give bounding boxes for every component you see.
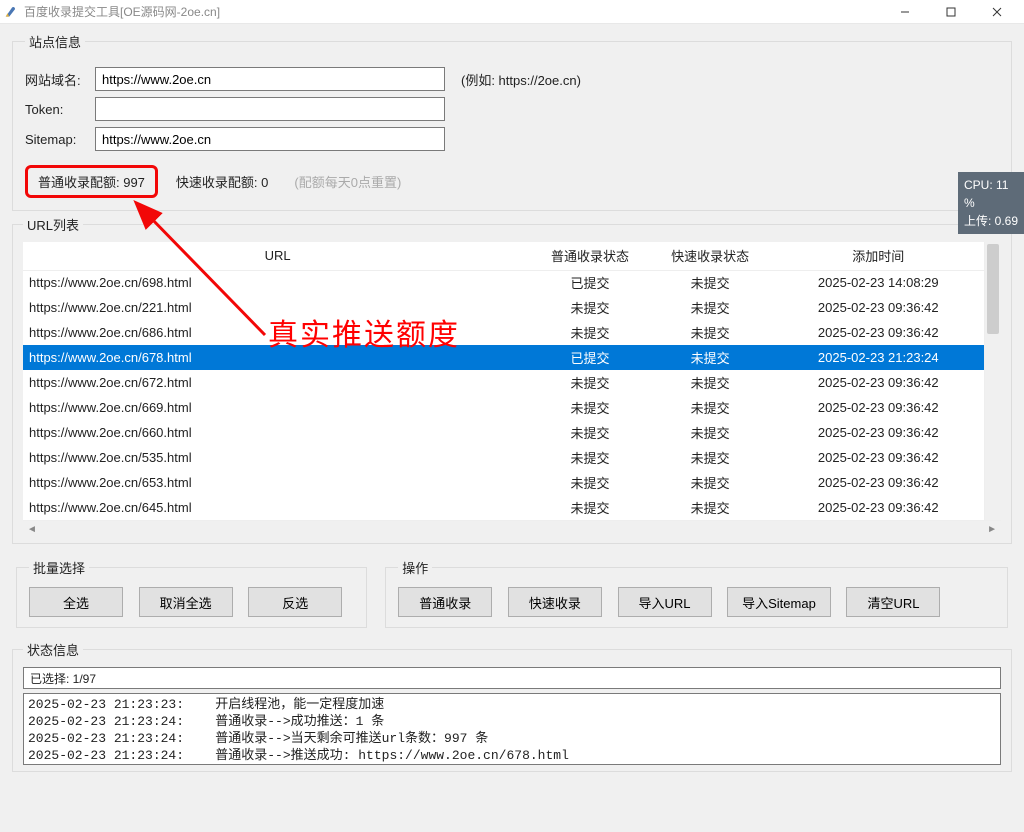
cell-time: 2025-02-23 21:23:24 [773, 345, 984, 370]
cell-s2: 未提交 [648, 345, 773, 370]
batch-select-group: 批量选择 全选 取消全选 反选 [16, 558, 367, 628]
quota-fast: 快速收录配额: 0 [176, 172, 268, 191]
cell-s1: 未提交 [532, 470, 647, 495]
cell-s1: 未提交 [532, 320, 647, 345]
app-icon [4, 5, 18, 19]
vertical-scrollbar[interactable] [984, 242, 1001, 520]
cell-url: https://www.2oe.cn/678.html [23, 345, 532, 370]
window-close-button[interactable] [974, 0, 1020, 24]
batch-select-legend: 批量选择 [29, 558, 89, 577]
table-row[interactable]: https://www.2oe.cn/686.html未提交未提交2025-02… [23, 320, 984, 345]
table-row[interactable]: https://www.2oe.cn/698.html已提交未提交2025-02… [23, 270, 984, 295]
table-row[interactable]: https://www.2oe.cn/653.html未提交未提交2025-02… [23, 470, 984, 495]
sitemap-label: Sitemap: [25, 132, 95, 147]
upload-meter: 上传: 0.69 [964, 212, 1020, 230]
domain-label: 网站域名: [25, 70, 95, 89]
log-output[interactable]: 2025-02-23 21:23:23: 开启线程池，能一定程度加速 2025-… [23, 693, 1001, 765]
cell-time: 2025-02-23 09:36:42 [773, 370, 984, 395]
table-row[interactable]: https://www.2oe.cn/535.html未提交未提交2025-02… [23, 445, 984, 470]
cell-url: https://www.2oe.cn/672.html [23, 370, 532, 395]
cell-url: https://www.2oe.cn/686.html [23, 320, 532, 345]
cell-s2: 未提交 [648, 395, 773, 420]
cell-s2: 未提交 [648, 470, 773, 495]
status-legend: 状态信息 [23, 640, 83, 659]
quota-normal: 普通收录配额: 997 [25, 165, 158, 198]
cell-url: https://www.2oe.cn/221.html [23, 295, 532, 320]
window-minimize-button[interactable] [882, 0, 928, 24]
sitemap-input[interactable] [95, 127, 445, 151]
cell-s2: 未提交 [648, 420, 773, 445]
table-row[interactable]: https://www.2oe.cn/672.html未提交未提交2025-02… [23, 370, 984, 395]
import-sitemap-button[interactable]: 导入Sitemap [727, 587, 831, 617]
window-title: 百度收录提交工具[OE源码网-2oe.cn] [24, 3, 220, 20]
cell-s2: 未提交 [648, 295, 773, 320]
table-row[interactable]: https://www.2oe.cn/660.html未提交未提交2025-02… [23, 420, 984, 445]
select-all-button[interactable]: 全选 [29, 587, 123, 617]
url-table[interactable]: URL 普通收录状态 快速收录状态 添加时间 https://www.2oe.c… [23, 242, 984, 520]
horizontal-scrollbar[interactable]: ◄ ► [23, 520, 1001, 537]
url-list-group: URL列表 URL 普通收录状态 快速收录状态 添加时间 https://www… [12, 215, 1012, 544]
invert-select-button[interactable]: 反选 [248, 587, 342, 617]
table-row[interactable]: https://www.2oe.cn/645.html未提交未提交2025-02… [23, 495, 984, 520]
cell-s2: 未提交 [648, 495, 773, 520]
cell-url: https://www.2oe.cn/669.html [23, 395, 532, 420]
col-time[interactable]: 添加时间 [773, 242, 984, 270]
cell-s2: 未提交 [648, 445, 773, 470]
cell-time: 2025-02-23 14:08:29 [773, 270, 984, 295]
cell-s1: 未提交 [532, 295, 647, 320]
site-info-group: 站点信息 网站域名: (例如: https://2oe.cn) Token: S… [12, 32, 1012, 211]
site-info-legend: 站点信息 [25, 32, 85, 51]
cell-url: https://www.2oe.cn/660.html [23, 420, 532, 445]
cell-url: https://www.2oe.cn/535.html [23, 445, 532, 470]
token-input[interactable] [95, 97, 445, 121]
url-list-legend: URL列表 [23, 215, 83, 234]
cell-s1: 未提交 [532, 445, 647, 470]
table-row[interactable]: https://www.2oe.cn/221.html未提交未提交2025-02… [23, 295, 984, 320]
cell-url: https://www.2oe.cn/698.html [23, 270, 532, 295]
table-row[interactable]: https://www.2oe.cn/678.html已提交未提交2025-02… [23, 345, 984, 370]
status-group: 状态信息 已选择: 1/97 2025-02-23 21:23:23: 开启线程… [12, 640, 1012, 772]
cell-url: https://www.2oe.cn/645.html [23, 495, 532, 520]
cell-time: 2025-02-23 09:36:42 [773, 495, 984, 520]
fast-submit-button[interactable]: 快速收录 [508, 587, 602, 617]
cell-s1: 未提交 [532, 370, 647, 395]
cell-s1: 未提交 [532, 495, 647, 520]
normal-submit-button[interactable]: 普通收录 [398, 587, 492, 617]
deselect-all-button[interactable]: 取消全选 [139, 587, 233, 617]
col-url[interactable]: URL [23, 242, 532, 270]
cell-time: 2025-02-23 09:36:42 [773, 320, 984, 345]
operations-legend: 操作 [398, 558, 432, 577]
cell-s1: 未提交 [532, 395, 647, 420]
window-maximize-button[interactable] [928, 0, 974, 24]
quota-hint: (配额每天0点重置) [294, 172, 401, 191]
cell-url: https://www.2oe.cn/653.html [23, 470, 532, 495]
window-title-bar: 百度收录提交工具[OE源码网-2oe.cn] [0, 0, 1024, 24]
col-s2[interactable]: 快速收录状态 [648, 242, 773, 270]
cell-s1: 已提交 [532, 270, 647, 295]
cell-s1: 未提交 [532, 420, 647, 445]
token-label: Token: [25, 102, 95, 117]
scroll-right-icon[interactable]: ► [987, 524, 997, 535]
domain-hint: (例如: https://2oe.cn) [461, 70, 581, 89]
selected-count: 已选择: 1/97 [23, 667, 1001, 689]
cell-time: 2025-02-23 09:36:42 [773, 445, 984, 470]
cell-time: 2025-02-23 09:36:42 [773, 395, 984, 420]
domain-input[interactable] [95, 67, 445, 91]
import-url-button[interactable]: 导入URL [618, 587, 712, 617]
cell-time: 2025-02-23 09:36:42 [773, 420, 984, 445]
cell-time: 2025-02-23 09:36:42 [773, 470, 984, 495]
cell-s2: 未提交 [648, 270, 773, 295]
table-row[interactable]: https://www.2oe.cn/669.html未提交未提交2025-02… [23, 395, 984, 420]
clear-url-button[interactable]: 清空URL [846, 587, 940, 617]
scroll-left-icon[interactable]: ◄ [27, 524, 37, 535]
cell-s2: 未提交 [648, 320, 773, 345]
system-meter: CPU: 11 % 上传: 0.69 [958, 172, 1024, 234]
cpu-meter: CPU: 11 % [964, 176, 1020, 212]
operations-group: 操作 普通收录 快速收录 导入URL 导入Sitemap 清空URL [385, 558, 1008, 628]
cell-time: 2025-02-23 09:36:42 [773, 295, 984, 320]
col-s1[interactable]: 普通收录状态 [532, 242, 647, 270]
cell-s2: 未提交 [648, 370, 773, 395]
cell-s1: 已提交 [532, 345, 647, 370]
